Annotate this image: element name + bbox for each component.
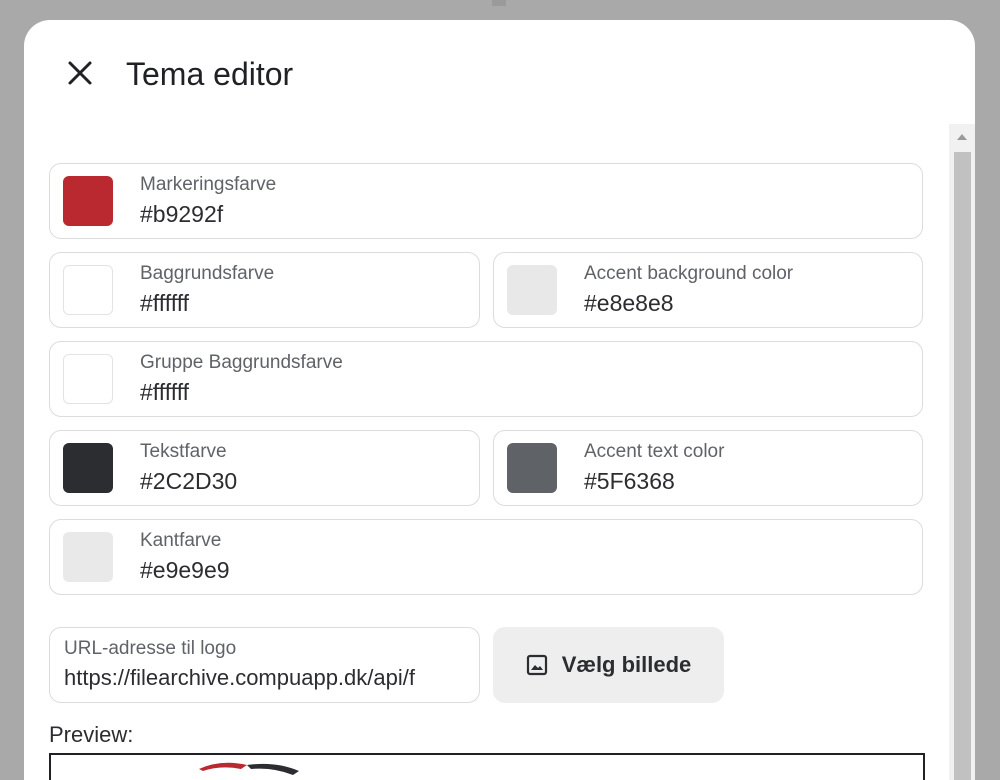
- accent-text-color-label: Accent text color: [584, 441, 725, 462]
- editor-form: Markeringsfarve #b9292f Baggrundsfarve #…: [24, 124, 944, 780]
- accent-text-color-swatch[interactable]: [507, 443, 557, 493]
- highlight-color-field[interactable]: Markeringsfarve #b9292f: [49, 163, 923, 239]
- border-color-label: Kantfarve: [140, 530, 222, 551]
- logo-url-field[interactable]: URL-adresse til logo https://filearchive…: [49, 627, 480, 703]
- background-color-field[interactable]: Baggrundsfarve #ffffff: [49, 252, 480, 328]
- text-color-swatch[interactable]: [63, 443, 113, 493]
- background-color-value[interactable]: #ffffff: [140, 290, 189, 317]
- logo-url-input[interactable]: https://filearchive.compuapp.dk/api/f: [64, 665, 468, 691]
- border-color-swatch[interactable]: [63, 532, 113, 582]
- logo-preview-graphic: [199, 762, 299, 775]
- vertical-scrollbar[interactable]: [949, 124, 975, 780]
- image-icon: [526, 654, 547, 676]
- scrollbar-thumb[interactable]: [954, 152, 971, 780]
- theme-editor-dialog: Tema editor Markeringsfarve #b9292f Bagg…: [24, 20, 975, 780]
- preview-box: [49, 753, 925, 780]
- accent-text-color-field[interactable]: Accent text color #5F6368: [493, 430, 923, 506]
- close-button[interactable]: [60, 53, 100, 93]
- scroll-up-button[interactable]: [949, 124, 975, 150]
- close-icon: [68, 61, 92, 85]
- backdrop-notch: [492, 0, 506, 6]
- text-color-label: Tekstfarve: [140, 441, 227, 462]
- dialog-title: Tema editor: [126, 56, 294, 92]
- preview-label: Preview:: [49, 722, 134, 747]
- dialog-header: Tema editor: [24, 20, 975, 124]
- border-color-value[interactable]: #e9e9e9: [140, 557, 230, 584]
- highlight-color-swatch[interactable]: [63, 176, 113, 226]
- highlight-color-label: Markeringsfarve: [140, 174, 277, 195]
- accent-background-color-field[interactable]: Accent background color #e8e8e8: [493, 252, 923, 328]
- accent-background-color-value[interactable]: #e8e8e8: [584, 290, 674, 317]
- text-color-field[interactable]: Tekstfarve #2C2D30: [49, 430, 480, 506]
- choose-image-label: Vælg billede: [561, 652, 692, 677]
- logo-url-label: URL-adresse til logo: [64, 638, 237, 659]
- accent-background-color-swatch[interactable]: [507, 265, 557, 315]
- choose-image-button[interactable]: Vælg billede: [493, 627, 724, 703]
- text-color-value[interactable]: #2C2D30: [140, 468, 237, 495]
- group-background-color-swatch[interactable]: [63, 354, 113, 404]
- accent-text-color-value[interactable]: #5F6368: [584, 468, 675, 495]
- group-background-color-value[interactable]: #ffffff: [140, 379, 189, 406]
- accent-background-color-label: Accent background color: [584, 263, 794, 284]
- highlight-color-value[interactable]: #b9292f: [140, 201, 223, 228]
- group-background-color-field[interactable]: Gruppe Baggrundsfarve #ffffff: [49, 341, 923, 417]
- triangle-up-icon: [957, 134, 967, 140]
- group-background-color-label: Gruppe Baggrundsfarve: [140, 352, 343, 373]
- border-color-field[interactable]: Kantfarve #e9e9e9: [49, 519, 923, 595]
- background-color-label: Baggrundsfarve: [140, 263, 275, 284]
- background-color-swatch[interactable]: [63, 265, 113, 315]
